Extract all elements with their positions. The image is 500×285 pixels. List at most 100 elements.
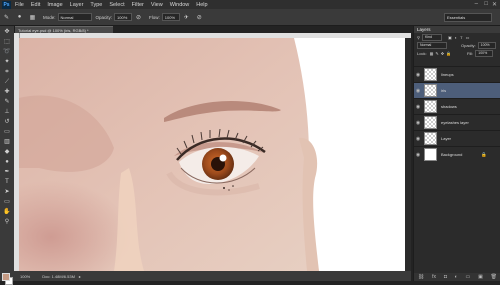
menu-window[interactable]: Window [170, 2, 190, 8]
healing-brush-icon[interactable]: ✚ [3, 89, 11, 96]
opacity-label: Opacity: [95, 14, 113, 20]
menu-file[interactable]: File [15, 2, 24, 8]
visibility-eye-icon[interactable]: ◉ [414, 88, 422, 94]
lock-position-icon[interactable]: ✥ [441, 51, 444, 56]
visibility-eye-icon[interactable]: ◉ [414, 120, 422, 126]
filter-shape-icon[interactable]: ▭ [466, 35, 470, 40]
filter-adjust-icon[interactable]: ◐ [455, 35, 457, 40]
pressure-size-icon[interactable]: ⊘ [196, 14, 203, 21]
tab-layers[interactable]: Layers [417, 27, 431, 32]
flow-label: Flow: [149, 14, 160, 20]
brush-tool-icon[interactable]: ✎ [3, 99, 11, 106]
layer-name: shadows [441, 104, 457, 109]
layer-row[interactable]: ◉ eyelashes layer [414, 114, 500, 130]
move-tool-icon[interactable]: ✥ [3, 29, 11, 36]
path-select-icon[interactable]: ➤ [3, 189, 11, 196]
menu-edit[interactable]: Edit [31, 2, 40, 8]
doc-info: Doc: 1.48M/6.53M [42, 273, 75, 279]
clone-stamp-icon[interactable]: ⊥ [3, 109, 11, 116]
brush-preset-icon[interactable]: ● [16, 14, 23, 21]
layer-name: eyelashes layer [441, 120, 469, 125]
workspace-select[interactable]: Essentials [444, 13, 492, 22]
visibility-eye-icon[interactable]: ◉ [414, 136, 422, 142]
tools-panel: ✥ ⬚ ➰ ✦ ⌗ ⟋ ✚ ✎ ⊥ ↺ ▭ ▥ ◆ ● ✒ T ➤ ▭ ✋ ⚲ [0, 26, 15, 285]
fill-field[interactable]: 100% [475, 49, 494, 57]
document-canvas[interactable] [19, 38, 411, 271]
opacity-field[interactable]: 100% [114, 13, 133, 21]
menu-help[interactable]: Help [196, 2, 207, 8]
lock-label: Lock: [417, 50, 427, 56]
close-button[interactable]: ✕ [492, 1, 497, 8]
layer-row[interactable]: ◉ Background 🔒 [414, 146, 500, 162]
menu-filter[interactable]: Filter [132, 2, 144, 8]
type-tool-icon[interactable]: T [3, 179, 11, 186]
layer-row[interactable]: ◉ Layer [414, 130, 500, 146]
fill-label: Fill: [467, 50, 474, 56]
flow-field[interactable]: 100% [161, 13, 180, 21]
shape-tool-icon[interactable]: ▭ [3, 199, 11, 206]
delete-layer-icon[interactable]: 🗑 [491, 274, 497, 280]
menu-select[interactable]: Select [109, 2, 124, 8]
add-mask-icon[interactable]: ◘ [444, 274, 447, 280]
lock-pixels-icon[interactable]: ▦ [430, 51, 434, 56]
menu-layer[interactable]: Layer [70, 2, 84, 8]
quick-select-icon[interactable]: ✦ [3, 59, 11, 66]
mode-select[interactable]: Normal [57, 13, 92, 21]
visibility-eye-icon[interactable]: ◉ [414, 72, 422, 78]
layer-thumbnail [424, 148, 437, 161]
gradient-icon[interactable]: ▥ [3, 139, 11, 146]
layers-panel-footer: ⛓ fx ◘ ◐ ▭ ▣ 🗑 [414, 273, 500, 281]
layer-name: Background [441, 152, 463, 157]
blend-mode-select[interactable]: Normal [417, 41, 447, 49]
menu-type[interactable]: Type [90, 2, 102, 8]
brush-tool-icon[interactable]: ✎ [3, 14, 10, 21]
eraser-icon[interactable]: ▭ [3, 129, 11, 136]
filter-type-icon[interactable]: T [460, 35, 462, 40]
airbrush-icon[interactable]: ✈ [183, 14, 190, 21]
pressure-opacity-icon[interactable]: ⊘ [135, 14, 142, 21]
layer-name: Layer [441, 136, 452, 141]
filter-pixel-icon[interactable]: ▣ [448, 35, 452, 40]
menu-view[interactable]: View [151, 2, 163, 8]
pen-icon[interactable]: ✒ [3, 169, 11, 176]
history-brush-icon[interactable]: ↺ [3, 119, 11, 126]
layer-thumbnail [424, 68, 437, 81]
layer-row[interactable]: ◉ shadows [414, 98, 500, 114]
layer-thumbnail [424, 116, 437, 129]
painting-artwork [19, 38, 319, 271]
lock-icon: 🔒 [481, 151, 487, 157]
lock-all-icon[interactable]: 🔒 [446, 51, 451, 56]
dodge-icon[interactable]: ● [3, 159, 11, 166]
adjustment-layer-icon[interactable]: ◐ [455, 274, 458, 280]
maximize-button[interactable]: □ [484, 1, 488, 7]
hand-tool-icon[interactable]: ✋ [3, 209, 11, 216]
new-group-icon[interactable]: ▭ [466, 274, 471, 280]
filter-search-icon[interactable]: ⚲ [417, 35, 420, 40]
crop-tool-icon[interactable]: ⌗ [3, 69, 11, 76]
zoom-tool-icon[interactable]: ⚲ [3, 219, 11, 226]
minimize-button[interactable]: – [475, 1, 478, 7]
layer-row[interactable]: ◉ lineups [414, 66, 500, 82]
blur-icon[interactable]: ◆ [3, 149, 11, 156]
layer-thumbnail [424, 132, 437, 145]
lasso-tool-icon[interactable]: ➰ [3, 49, 11, 56]
marquee-tool-icon[interactable]: ⬚ [3, 39, 11, 46]
zoom-level[interactable]: 100% [20, 274, 30, 279]
visibility-eye-icon[interactable]: ◉ [414, 104, 422, 110]
layer-style-icon[interactable]: fx [432, 274, 436, 280]
menu-image[interactable]: Image [47, 2, 62, 8]
layer-row[interactable]: ◉ iris [414, 82, 500, 98]
status-arrow-icon[interactable]: ▸ [79, 274, 81, 279]
brush-panel-icon[interactable]: ▦ [29, 14, 36, 21]
new-layer-icon[interactable]: ▣ [478, 274, 483, 280]
layer-thumbnail [424, 100, 437, 113]
lock-paint-icon[interactable]: ✎ [435, 51, 438, 56]
visibility-eye-icon[interactable]: ◉ [414, 152, 422, 158]
kind-filter-select[interactable]: Kind [421, 33, 442, 41]
foreground-color-swatch[interactable] [2, 273, 10, 281]
layer-opacity-field[interactable]: 100% [477, 41, 496, 49]
eyedropper-icon[interactable]: ⟋ [3, 79, 11, 86]
link-layers-icon[interactable]: ⛓ [418, 274, 424, 280]
vertical-scrollbar[interactable] [405, 38, 411, 271]
layer-name: lineups [441, 72, 454, 77]
